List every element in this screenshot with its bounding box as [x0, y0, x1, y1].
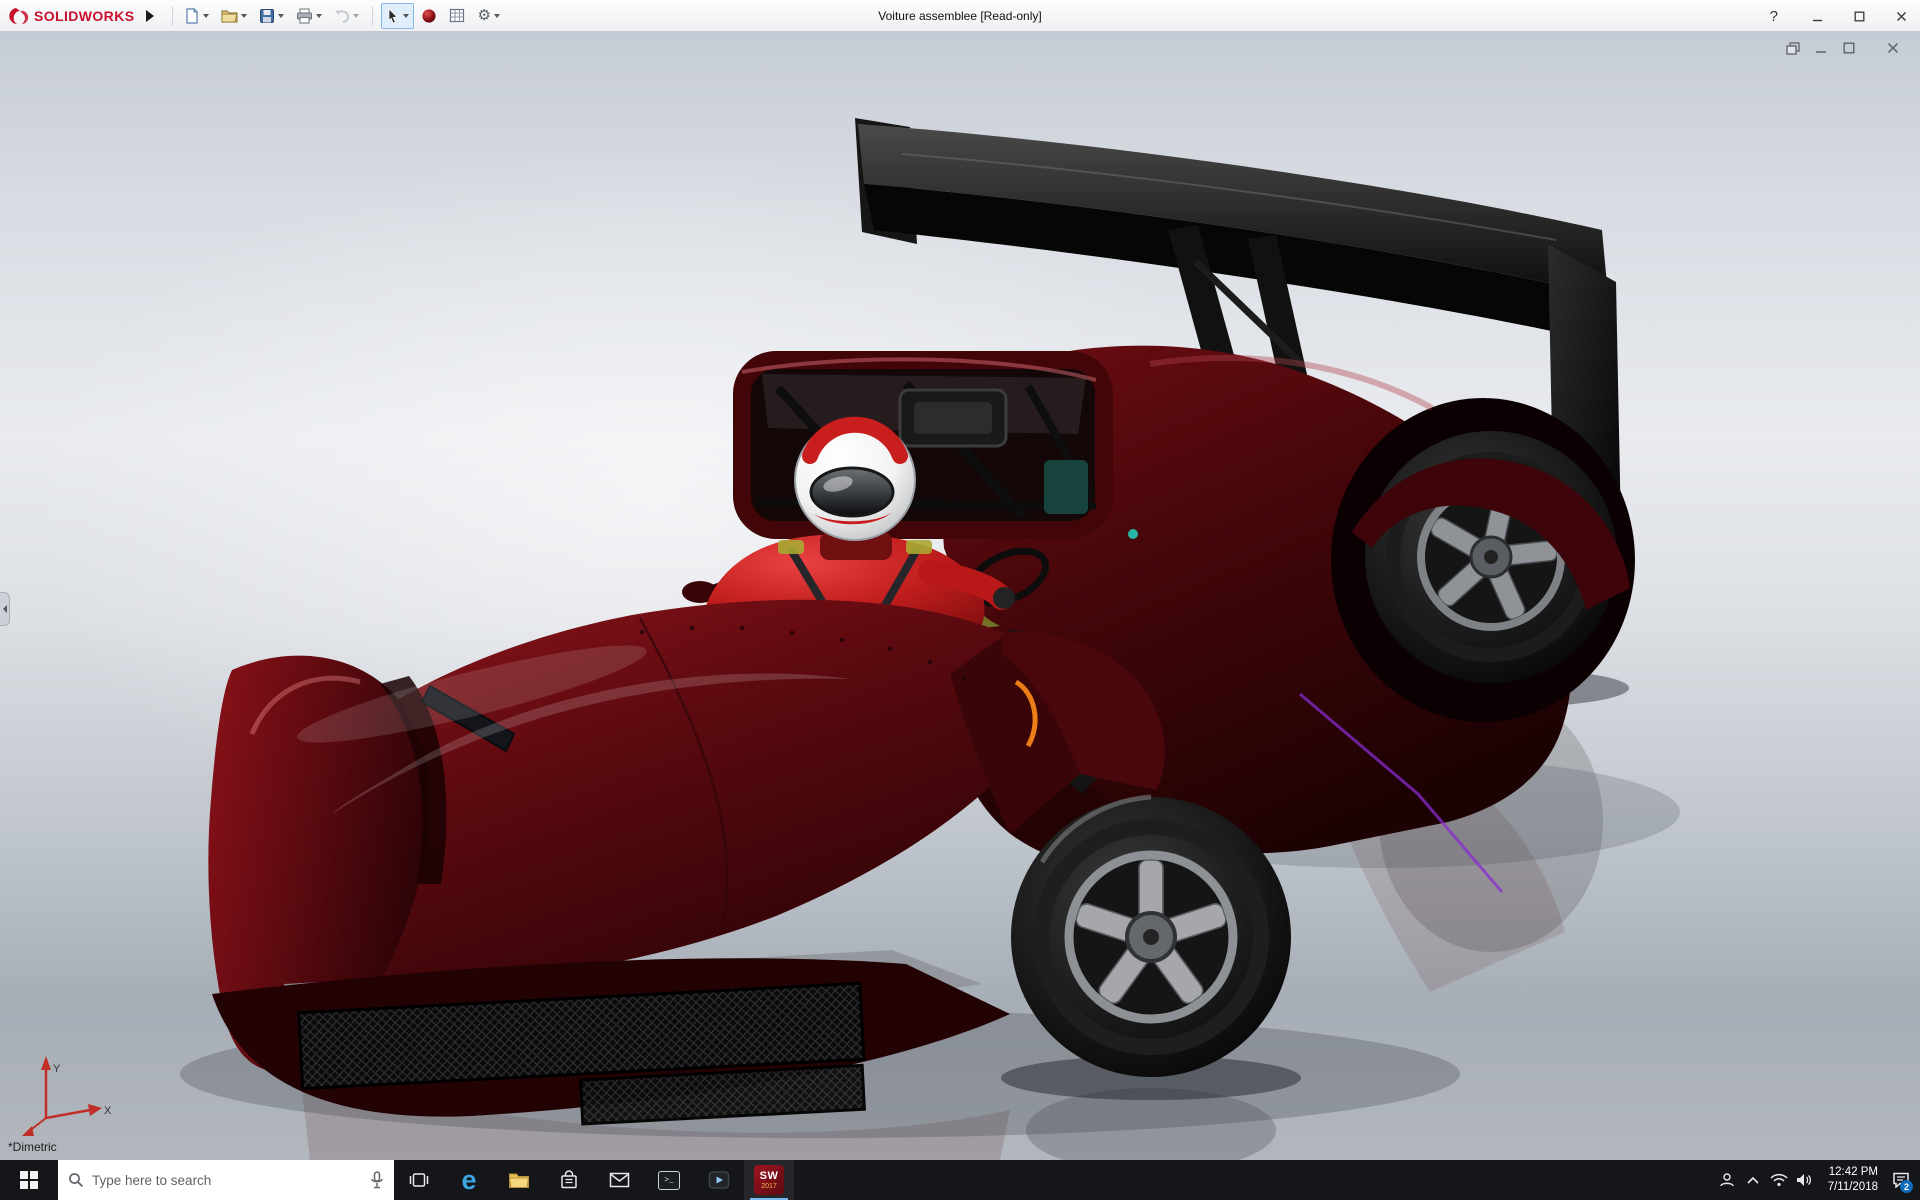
select-cursor-icon — [386, 8, 400, 24]
doc-close-button[interactable] — [1884, 40, 1902, 56]
title-bar: SOLIDWORKS — [0, 0, 1920, 32]
doc-restore-button[interactable] — [1784, 40, 1802, 56]
system-tray: 12:42 PM 7/11/2018 2 — [1714, 1160, 1920, 1200]
view-orientation-label: *Dimetric — [8, 1140, 57, 1154]
standard-toolbar: ⚙ — [179, 3, 504, 29]
options-button[interactable]: ⚙ — [472, 3, 504, 29]
3d-model-scene[interactable]: Y X — [0, 32, 1920, 1160]
minimize-icon — [1815, 42, 1827, 54]
mail-icon[interactable] — [594, 1160, 644, 1200]
select-tool-button[interactable] — [381, 3, 414, 29]
undo-arrow-icon — [334, 9, 350, 23]
volume-icon[interactable] — [1792, 1160, 1818, 1200]
orientation-triad[interactable]: Y X — [22, 1056, 112, 1136]
folder-icon — [508, 1171, 530, 1189]
options-gear-icon: ⚙ — [477, 8, 490, 24]
network-icon[interactable] — [1766, 1160, 1792, 1200]
dropdown-arrow-icon[interactable] — [353, 14, 359, 18]
dropdown-arrow-icon[interactable] — [203, 14, 209, 18]
desktop: SOLIDWORKS — [0, 0, 1920, 1200]
graphics-viewport[interactable]: Y X *Dimetric — [0, 32, 1920, 1160]
new-document-button[interactable] — [179, 3, 214, 29]
car-model[interactable] — [208, 118, 1635, 1139]
triad-x-label: X — [104, 1105, 112, 1117]
maximize-button[interactable] — [1846, 3, 1872, 29]
media-player-icon — [708, 1170, 730, 1190]
cyan-detail-dot — [1128, 529, 1138, 539]
console-app-icon[interactable]: >_ — [644, 1160, 694, 1200]
ds-logo-icon — [8, 7, 30, 25]
minimize-icon — [1812, 11, 1823, 22]
console-window-icon: >_ — [658, 1171, 680, 1190]
print-icon — [296, 8, 313, 24]
edge-letter: e — [461, 1165, 476, 1196]
search-icon — [68, 1172, 84, 1188]
open-folder-icon — [221, 8, 238, 23]
taskbar-clock[interactable]: 12:42 PM 7/11/2018 — [1828, 1165, 1878, 1195]
dropdown-arrow-icon[interactable] — [241, 14, 247, 18]
open-button[interactable] — [216, 3, 252, 29]
store-icon[interactable] — [544, 1160, 594, 1200]
window-controls: ? — [1770, 0, 1914, 32]
dropdown-arrow-icon[interactable] — [278, 14, 284, 18]
front-wheel[interactable] — [1011, 797, 1291, 1077]
shopping-bag-icon — [559, 1170, 579, 1190]
windows-logo-icon — [20, 1171, 38, 1189]
people-icon[interactable] — [1714, 1160, 1740, 1200]
minimize-button[interactable] — [1804, 3, 1830, 29]
solidworks-logo: SOLIDWORKS — [0, 7, 140, 25]
print-button[interactable] — [291, 3, 327, 29]
appearance-button[interactable] — [416, 3, 442, 29]
triad-y-label: Y — [53, 1063, 61, 1075]
design-table-button[interactable] — [444, 3, 470, 29]
document-title: Voiture assemblee [Read-only] — [878, 9, 1041, 23]
dropdown-arrow-icon[interactable] — [494, 14, 500, 18]
dropdown-arrow-icon[interactable] — [403, 14, 409, 18]
microphone-icon[interactable] — [370, 1171, 384, 1189]
help-button[interactable]: ? — [1770, 8, 1778, 25]
solidworks-app-badge: SW 2017 — [754, 1165, 784, 1195]
task-view-button[interactable] — [394, 1160, 444, 1200]
close-button[interactable] — [1888, 3, 1914, 29]
media-app-icon[interactable] — [694, 1160, 744, 1200]
doc-maximize-button[interactable] — [1840, 40, 1858, 56]
dropdown-arrow-icon[interactable] — [316, 14, 322, 18]
clock-time: 12:42 PM — [1829, 1165, 1878, 1180]
task-view-icon — [408, 1171, 430, 1189]
toolbar-flyout-arrow[interactable] — [146, 10, 154, 22]
file-explorer-icon[interactable] — [494, 1160, 544, 1200]
toolbar-separator — [172, 6, 173, 26]
taskbar-search[interactable] — [58, 1160, 394, 1200]
solidworks-taskbar-icon[interactable]: SW 2017 — [744, 1160, 794, 1200]
appearance-sphere-icon — [421, 8, 437, 24]
design-table-icon — [449, 8, 465, 23]
save-button[interactable] — [254, 3, 289, 29]
notification-badge: 2 — [1900, 1180, 1913, 1193]
toolbar-separator — [372, 6, 373, 26]
maximize-icon — [1843, 42, 1855, 54]
close-icon — [1896, 11, 1907, 22]
close-icon — [1887, 42, 1899, 54]
clock-date: 7/11/2018 — [1828, 1180, 1878, 1195]
document-window-controls — [1784, 40, 1902, 56]
brand-text: SOLIDWORKS — [34, 8, 134, 24]
restore-down-icon — [1786, 42, 1800, 55]
undo-button[interactable] — [329, 3, 364, 29]
action-center-icon[interactable]: 2 — [1888, 1160, 1914, 1200]
hidden-icons-chevron[interactable] — [1740, 1160, 1766, 1200]
panel-collapse-tab[interactable] — [0, 592, 10, 626]
doc-minimize-button[interactable] — [1812, 40, 1830, 56]
envelope-icon — [609, 1172, 630, 1188]
maximize-icon — [1854, 11, 1865, 22]
new-document-icon — [184, 8, 200, 24]
chevron-left-icon — [3, 605, 7, 613]
search-input[interactable] — [92, 1173, 362, 1188]
start-button[interactable] — [0, 1160, 58, 1200]
taskbar: e >_ — [0, 1160, 1920, 1200]
save-floppy-icon — [259, 8, 275, 24]
helmet-visor — [811, 468, 893, 516]
edge-browser-icon[interactable]: e — [444, 1160, 494, 1200]
